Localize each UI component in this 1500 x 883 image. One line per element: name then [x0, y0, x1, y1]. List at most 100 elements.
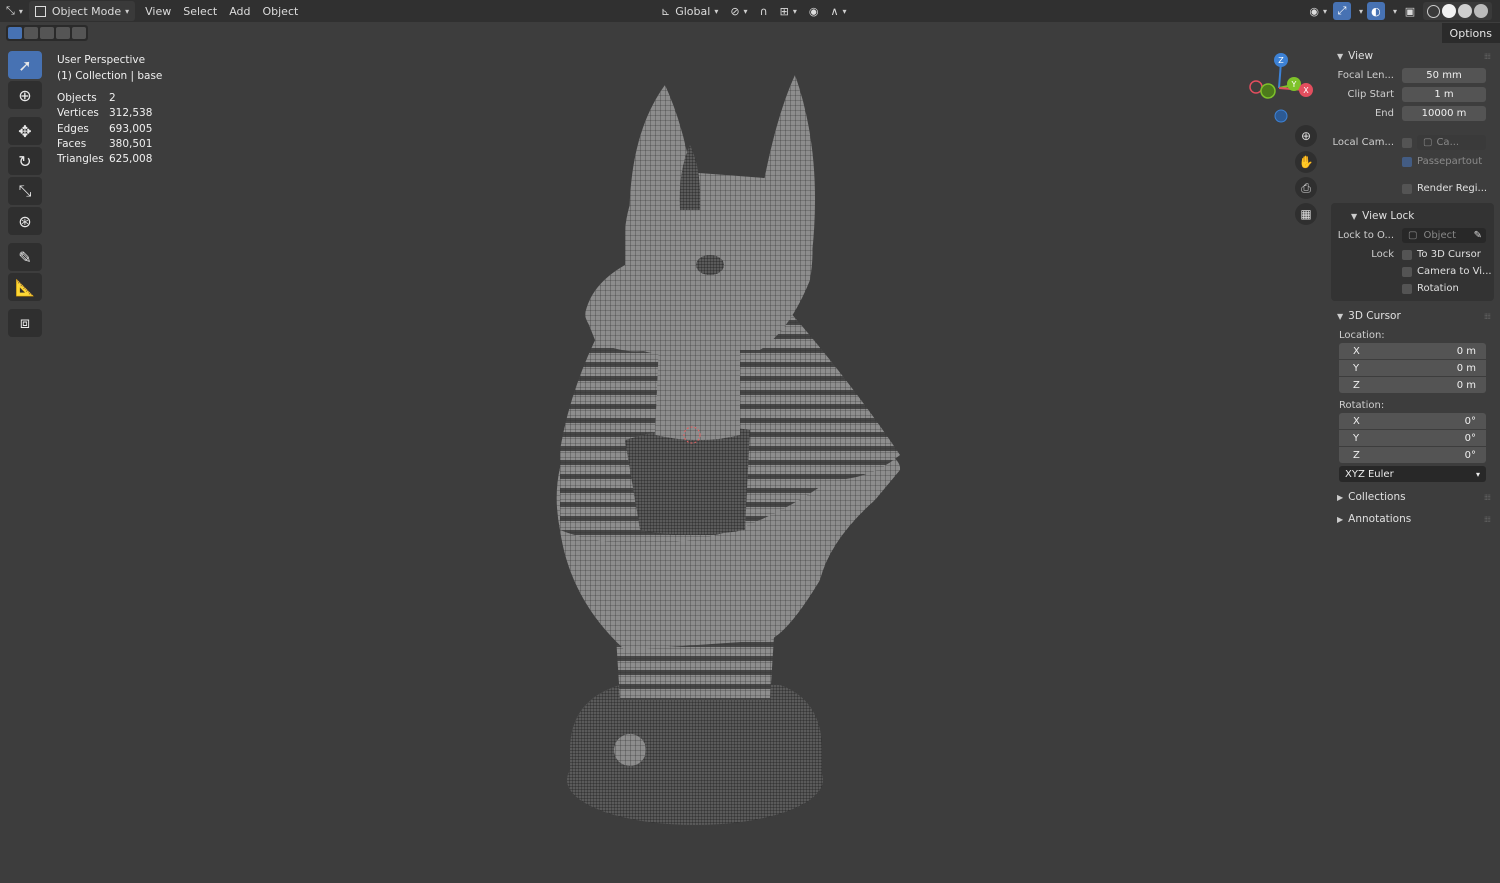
panel-title: View	[1348, 50, 1374, 62]
select-new-icon[interactable]	[8, 27, 22, 39]
local-camera-checkbox[interactable]	[1402, 137, 1412, 148]
panel-title: Annotations	[1348, 513, 1412, 525]
panel-title: 3D Cursor	[1348, 310, 1401, 322]
scene-statistics: Objects 2 Vertices 312,538 Edges 693,005 Fa…	[57, 91, 152, 167]
cursor-location-fields: X 0 m Y 0 m Z 0 m	[1339, 343, 1486, 393]
location-y-field[interactable]: Y 0 m	[1339, 360, 1486, 376]
cursor-panel-header[interactable]: ▼ 3D Cursor ⁞⁞⁞⁞	[1331, 305, 1494, 327]
zoom-view-button[interactable]: ⊕	[1295, 125, 1317, 147]
lock-rotation-label: Rotation	[1417, 283, 1459, 294]
focal-length-field[interactable]: 50 mm	[1402, 68, 1486, 83]
rotation-y-field[interactable]: Y 0°	[1339, 430, 1486, 446]
navigation-gizmo[interactable]: Z Y X	[1244, 50, 1314, 125]
wireframe-shading-icon[interactable]	[1427, 4, 1440, 18]
chevron-down-icon: ▼	[1337, 311, 1344, 321]
prop-label: Local Cam...	[1332, 137, 1394, 148]
gizmo-icon: ⤢	[1337, 4, 1347, 17]
snap-target-icon: ⊞	[779, 4, 789, 18]
menu-view[interactable]: View	[139, 1, 177, 21]
axes-icon: ⤡	[6, 4, 15, 17]
location-z-field[interactable]: Z 0 m	[1339, 377, 1486, 393]
neg-y-axis-handle[interactable]	[1260, 83, 1276, 99]
collections-panel-header[interactable]: ▶ Collections ⁞⁞⁞⁞	[1331, 486, 1494, 508]
scale-tool[interactable]: ⤡	[8, 177, 42, 205]
rotate-tool[interactable]: ↻	[8, 147, 42, 175]
view-panel-header[interactable]: ▼ View ⁞⁞⁞⁞	[1331, 45, 1494, 67]
drag-handle-icon[interactable]: ⁞⁞⁞⁞	[1484, 515, 1491, 524]
visibility-dropdown[interactable]: ◉ ▾	[1307, 1, 1329, 21]
anubis-bust-mesh[interactable]	[530, 60, 910, 830]
gizmo-toggle[interactable]: ⤢	[1332, 2, 1351, 20]
snap-target-dropdown[interactable]: ⊞ ▾	[774, 1, 803, 21]
drag-handle-icon[interactable]: ⁞⁞⁞⁞	[1484, 312, 1491, 321]
chevron-down-icon: ▾	[842, 6, 847, 16]
snap-toggle[interactable]: ∩	[754, 1, 774, 21]
rotation-mode-dropdown[interactable]: XYZ Euler ▾	[1339, 466, 1486, 482]
options-button[interactable]: Options	[1441, 23, 1500, 43]
drag-handle-icon[interactable]: ⁞⁞⁞⁞	[1484, 52, 1491, 61]
select-intersect-icon[interactable]	[72, 27, 86, 39]
editor-type-button[interactable]: ⤡ ▾	[0, 1, 29, 21]
menu-select[interactable]: Select	[177, 1, 223, 21]
clip-end-field[interactable]: 10000 m	[1402, 106, 1486, 121]
material-shading-icon[interactable]	[1458, 4, 1472, 18]
overlay-toggle[interactable]: ◐	[1366, 2, 1385, 20]
local-camera-row: Local Cam... ▢ Ca...	[1331, 134, 1494, 151]
drag-handle-icon[interactable]: ⁞⁞⁞⁞	[1484, 493, 1491, 502]
orientation-dropdown[interactable]: ⊾ Global ▾	[655, 1, 724, 21]
chevron-down-icon[interactable]: ▾	[1393, 7, 1397, 16]
add-cube-tool[interactable]: ⧈	[8, 309, 42, 337]
camera-field[interactable]: ▢ Ca...	[1417, 135, 1486, 150]
neg-z-axis-handle[interactable]	[1274, 109, 1288, 123]
select-subtract-icon[interactable]	[40, 27, 54, 39]
overlay-icon: ◐	[1371, 4, 1381, 18]
xray-toggle[interactable]: ▣	[1401, 2, 1419, 20]
rotation-x-field[interactable]: X 0°	[1339, 413, 1486, 429]
view-lock-header[interactable]: ▼ View Lock	[1331, 205, 1494, 227]
lock-camera-checkbox[interactable]	[1402, 266, 1412, 277]
mode-dropdown[interactable]: Object Mode ▾	[28, 1, 136, 21]
pivot-dropdown[interactable]: ⊘ ▾	[724, 1, 753, 21]
render-region-checkbox[interactable]	[1402, 183, 1412, 194]
camera-icon: ⎙	[1301, 180, 1311, 195]
chevron-down-icon: ▼	[1337, 51, 1344, 61]
eyedropper-icon[interactable]: ✎	[1474, 230, 1482, 241]
select-invert-icon[interactable]	[56, 27, 70, 39]
passepartout-checkbox[interactable]	[1402, 156, 1412, 167]
camera-view-button[interactable]: ⎙	[1295, 177, 1317, 199]
select-extend-icon[interactable]	[24, 27, 38, 39]
location-label: Location:	[1339, 329, 1385, 341]
rotation-z-field[interactable]: Z 0°	[1339, 447, 1486, 463]
ortho-toggle-button[interactable]: ▦	[1295, 203, 1317, 225]
camera-object-icon: ▢	[1423, 137, 1433, 148]
menu-add[interactable]: Add	[223, 1, 256, 21]
move-tool[interactable]: ✥	[8, 117, 42, 145]
pan-view-button[interactable]: ✋	[1295, 151, 1317, 173]
menu-object[interactable]: Object	[256, 1, 304, 21]
axis-label: X	[1353, 345, 1360, 357]
annotate-tool[interactable]: ✎	[8, 243, 42, 271]
lock-object-field[interactable]: ▢ Object ✎	[1402, 228, 1486, 243]
z-axis-label: Z	[1278, 56, 1284, 65]
falloff-dropdown[interactable]: ∧ ▾	[824, 1, 852, 21]
stat-value: 2	[109, 92, 116, 104]
chevron-down-icon[interactable]: ▾	[1359, 7, 1363, 16]
solid-shading-icon[interactable]	[1442, 4, 1456, 18]
rendered-shading-icon[interactable]	[1474, 4, 1488, 18]
location-x-field[interactable]: X 0 m	[1339, 343, 1486, 359]
neg-x-axis-handle[interactable]	[1249, 80, 1263, 94]
lock-cursor-checkbox[interactable]	[1402, 249, 1412, 260]
proportional-edit-toggle[interactable]: ◉	[803, 1, 825, 21]
clip-start-field[interactable]: 1 m	[1402, 87, 1486, 102]
annotations-panel-header[interactable]: ▶ Annotations ⁞⁞⁞⁞	[1331, 508, 1494, 530]
select-box-tool[interactable]: ➚	[8, 51, 42, 79]
transform-tool[interactable]: ⊛	[8, 207, 42, 235]
focal-length-row: Focal Len... 50 mm	[1331, 67, 1494, 84]
measure-tool[interactable]: 📐	[8, 273, 42, 301]
lock-camera-row: Camera to Vi...	[1331, 263, 1494, 280]
lock-object-placeholder: Object	[1423, 230, 1457, 241]
lock-rotation-checkbox[interactable]	[1402, 283, 1412, 294]
cursor-tool[interactable]: ⊕	[8, 81, 42, 109]
prop-label: End	[1374, 108, 1394, 119]
camera-field-value: Ca...	[1436, 137, 1460, 148]
